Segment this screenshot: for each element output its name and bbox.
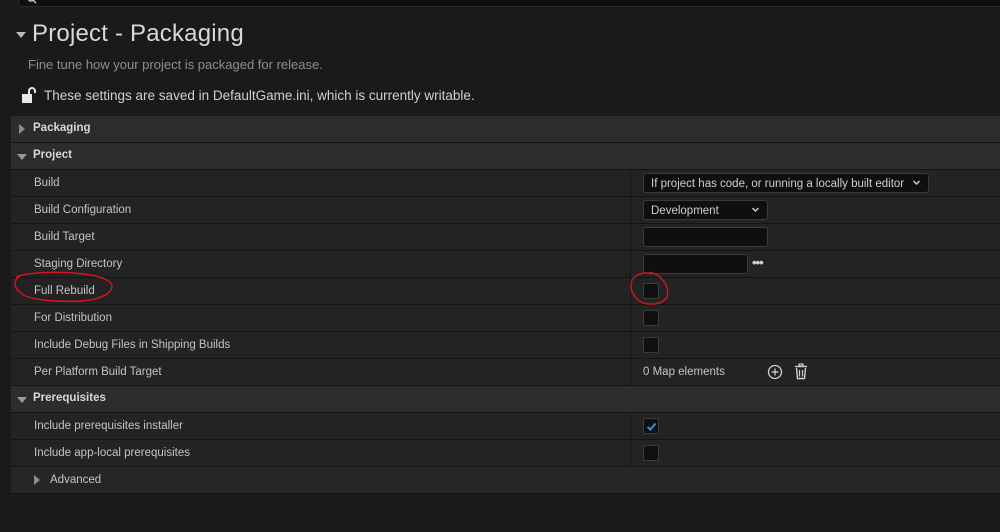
- build-combo-value: If project has code, or running a locall…: [651, 178, 905, 190]
- trash-icon[interactable]: [793, 363, 809, 380]
- settings-grid: Packaging Project Build If project has c…: [11, 116, 1000, 494]
- build-target-input[interactable]: [643, 227, 768, 247]
- unlocked-padlock-icon: [22, 87, 36, 103]
- collapse-title-triangle-icon[interactable]: [16, 32, 26, 38]
- property-label: Staging Directory: [34, 258, 123, 270]
- include-app-local-prerequisites-checkbox[interactable]: [643, 445, 659, 461]
- advanced-expander[interactable]: Advanced: [11, 467, 1000, 494]
- include-debug-files-checkbox[interactable]: [643, 337, 659, 353]
- property-row-staging-directory: Staging Directory •••: [11, 251, 1000, 278]
- build-configuration-value: Development: [651, 205, 719, 217]
- search-icon: [27, 0, 37, 4]
- column-divider[interactable]: [630, 278, 631, 304]
- full-rebuild-checkbox[interactable]: [643, 283, 659, 299]
- property-label: Build Target: [34, 231, 95, 243]
- category-label: Prerequisites: [33, 392, 106, 404]
- browse-button[interactable]: •••: [752, 255, 764, 270]
- checkmark-icon: [646, 422, 657, 431]
- expand-triangle-icon[interactable]: [19, 124, 25, 134]
- category-prerequisites[interactable]: Prerequisites: [11, 386, 1000, 413]
- property-label: Build: [34, 177, 60, 189]
- category-project[interactable]: Project: [11, 143, 1000, 170]
- collapse-triangle-icon[interactable]: [17, 154, 27, 160]
- column-divider[interactable]: [630, 305, 631, 331]
- category-label: Packaging: [33, 122, 91, 134]
- search-box[interactable]: [18, 0, 1000, 7]
- expand-triangle-icon[interactable]: [34, 475, 40, 485]
- build-configuration-combo[interactable]: Development: [643, 200, 768, 220]
- map-elements-count: 0 Map elements: [643, 366, 725, 378]
- property-row-build: Build If project has code, or running a …: [11, 170, 1000, 197]
- collapse-triangle-icon[interactable]: [17, 397, 27, 403]
- config-save-note: These settings are saved in DefaultGame.…: [44, 88, 475, 103]
- column-divider[interactable]: [630, 413, 631, 439]
- include-prerequisites-installer-checkbox[interactable]: [643, 418, 659, 434]
- column-divider[interactable]: [630, 359, 631, 385]
- property-row-build-target: Build Target: [11, 224, 1000, 251]
- category-packaging[interactable]: Packaging: [11, 116, 1000, 143]
- property-row-include-prerequisites-installer: Include prerequisites installer: [11, 413, 1000, 440]
- property-row-for-distribution: For Distribution: [11, 305, 1000, 332]
- property-label: Full Rebuild: [34, 285, 95, 297]
- category-label: Project: [33, 149, 72, 161]
- property-row-build-configuration: Build Configuration Development: [11, 197, 1000, 224]
- property-label: Per Platform Build Target: [34, 366, 162, 378]
- column-divider[interactable]: [630, 224, 631, 250]
- column-divider[interactable]: [630, 251, 631, 277]
- chevron-down-icon: [752, 207, 759, 212]
- property-row-full-rebuild: Full Rebuild: [11, 278, 1000, 305]
- property-label: For Distribution: [34, 312, 112, 324]
- chevron-down-icon: [913, 180, 920, 185]
- property-row-per-platform-build-target: Per Platform Build Target 0 Map elements: [11, 359, 1000, 386]
- column-divider[interactable]: [630, 440, 631, 466]
- build-combo[interactable]: If project has code, or running a locall…: [643, 173, 929, 193]
- staging-directory-input[interactable]: [643, 254, 748, 274]
- property-row-include-debug-files: Include Debug Files in Shipping Builds: [11, 332, 1000, 359]
- column-divider[interactable]: [630, 332, 631, 358]
- for-distribution-checkbox[interactable]: [643, 310, 659, 326]
- property-label: Include Debug Files in Shipping Builds: [34, 339, 231, 351]
- property-label: Include prerequisites installer: [34, 420, 183, 432]
- page-title: Project - Packaging: [32, 20, 244, 47]
- column-divider[interactable]: [630, 170, 631, 196]
- page-subtitle: Fine tune how your project is packaged f…: [28, 57, 323, 72]
- property-label: Build Configuration: [34, 204, 132, 216]
- column-divider[interactable]: [630, 197, 631, 223]
- property-label: Include app-local prerequisites: [34, 447, 190, 459]
- advanced-label: Advanced: [50, 474, 102, 486]
- property-row-include-app-local-prerequisites: Include app-local prerequisites: [11, 440, 1000, 467]
- add-element-icon[interactable]: [767, 364, 783, 380]
